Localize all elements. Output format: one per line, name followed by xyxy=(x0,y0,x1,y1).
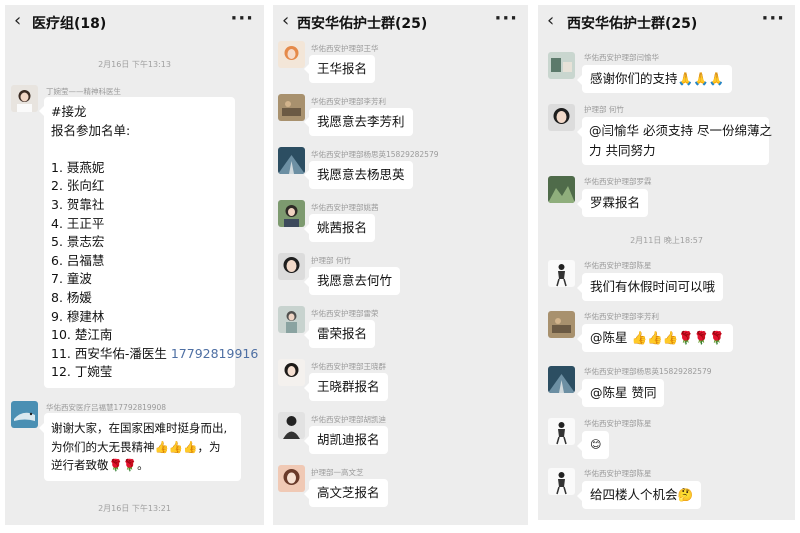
message-bubble[interactable]: 王晓群报名 xyxy=(309,373,388,401)
avatar[interactable] xyxy=(278,200,305,227)
message-bubble[interactable]: 谢谢大家，在国家困难时挺身而出, 为你们的大无畏精神👍👍👍，为 逆行者致敬🌹🌹。 xyxy=(44,413,241,481)
sender-name: 护理部 何竹 xyxy=(311,256,351,265)
list-item: 7. 童波 xyxy=(51,271,92,287)
sender-name: 华佑西安护理部杨思英15829282579 xyxy=(584,367,712,376)
chat-window-nurse-group: ‹ 西安华佑护士群(25) ··· 华佑西安护理部王华 王华报名 华佑西安护理部… xyxy=(273,5,528,525)
more-options-icon[interactable]: ··· xyxy=(230,8,254,29)
list-item: 6. 吕福慧 xyxy=(51,252,105,268)
list-item: 10. 楚江南 xyxy=(51,327,113,343)
avatar[interactable] xyxy=(548,104,575,131)
list-item: 4. 王正平 xyxy=(51,215,105,231)
message-text: @闫愉华 必须支持 尽一份绵薄之 xyxy=(589,123,772,138)
more-options-icon[interactable]: ··· xyxy=(494,8,518,29)
list-item xyxy=(51,140,235,159)
chat-title: 医疗组(18) xyxy=(32,16,107,32)
message-text: 力 共同努力 xyxy=(589,143,656,158)
message-bubble[interactable]: @闫愉华 必须支持 尽一份绵薄之 力 共同努力 xyxy=(582,117,772,165)
message-bubble[interactable]: 王华报名 xyxy=(309,55,376,83)
avatar[interactable] xyxy=(548,418,575,445)
chat-window-nurse-group-2: ‹ 西安华佑护士群(25) ··· 华佑西安护理部闫愉华 感谢你们的支持🙏🙏🙏 … xyxy=(538,5,795,520)
timestamp: 2月11日 晚上18:57 xyxy=(630,236,703,245)
back-arrow-icon[interactable]: ‹ xyxy=(14,10,21,31)
sender-name: 丁婉莹——精神科医生 xyxy=(46,87,121,96)
list-item: 3. 贺靠社 xyxy=(51,196,105,212)
sender-name: 华佑西安护理部雷荣 xyxy=(311,309,379,318)
avatar[interactable] xyxy=(278,465,305,492)
message-bubble[interactable]: @陈星 赞同 xyxy=(582,379,665,407)
avatar[interactable] xyxy=(278,412,305,439)
avatar[interactable] xyxy=(278,147,305,174)
message-text: 谢谢大家，在国家困难时挺身而出, xyxy=(51,421,228,435)
chat-window-medical-group: ‹ 医疗组(18) ··· 2月16日 下午13:13 丁婉莹——精神科医生 #… xyxy=(5,5,264,525)
avatar[interactable] xyxy=(548,311,575,338)
timestamp: 2月16日 下午13:13 xyxy=(98,60,171,69)
message-bubble[interactable]: 😊 xyxy=(582,431,610,459)
avatar[interactable] xyxy=(278,41,305,68)
avatar[interactable] xyxy=(548,366,575,393)
back-arrow-icon[interactable]: ‹ xyxy=(282,10,289,31)
avatar[interactable] xyxy=(278,253,305,280)
more-options-icon[interactable]: ··· xyxy=(761,8,785,29)
avatar[interactable] xyxy=(11,401,38,428)
list-item: 2. 张向红 xyxy=(51,178,105,194)
chat-header: ‹ 医疗组(18) ··· xyxy=(5,5,264,39)
back-arrow-icon[interactable]: ‹ xyxy=(547,10,554,31)
list-item-text: 11. 西安华佑-潘医生 xyxy=(51,345,171,361)
sender-name: 华佑西安护理部李芳利 xyxy=(311,97,386,106)
message-bubble[interactable]: 高文芝报名 xyxy=(309,479,388,507)
chat-header: ‹ 西安华佑护士群(25) ··· xyxy=(273,5,528,39)
avatar[interactable] xyxy=(278,306,305,333)
message-bubble[interactable]: 感谢你们的支持🙏🙏🙏 xyxy=(582,65,733,93)
sender-name: 华佑西安护理部李芳利 xyxy=(584,312,659,321)
list-item: #接龙 xyxy=(51,104,87,119)
avatar[interactable] xyxy=(278,359,305,386)
sender-name: 护理部 何竹 xyxy=(584,105,624,114)
avatar[interactable] xyxy=(548,468,575,495)
sender-name: 华佑西安护理部陈星 xyxy=(584,419,652,428)
sender-name: 华佑西安医疗吕福慧17792819908 xyxy=(46,403,166,412)
sender-name: 华佑西安护理部陈星 xyxy=(584,469,652,478)
phone-link[interactable]: 17792819916 xyxy=(171,346,258,361)
message-bubble[interactable]: @陈星 👍👍👍🌹🌹🌹 xyxy=(582,324,733,352)
message-bubble[interactable]: 姚茜报名 xyxy=(309,214,376,242)
sender-name: 华佑西安护理部王晓群 xyxy=(311,362,386,371)
avatar[interactable] xyxy=(11,85,38,112)
list-item: 12. 丁婉莹 xyxy=(51,364,113,380)
list-item: 1. 聂燕妮 xyxy=(51,159,105,175)
message-bubble[interactable]: 胡凯迪报名 xyxy=(309,426,388,454)
list-item: 报名参加名单: xyxy=(51,122,131,138)
list-item: 11. 西安华佑-潘医生 17792819916 xyxy=(51,345,258,364)
sender-name: 华佑西安护理部罗霖 xyxy=(584,177,652,186)
chat-title: 西安华佑护士群(25) xyxy=(297,16,428,32)
message-bubble[interactable]: 给四楼人个机会🤔 xyxy=(582,481,702,509)
list-item: 5. 景志宏 xyxy=(51,234,105,250)
message-bubble[interactable]: 我们有休假时间可以哦 xyxy=(582,273,724,301)
message-text: 逆行者致敬🌹🌹。 xyxy=(51,458,149,473)
message-text: 为你们的大无畏精神👍👍👍，为 xyxy=(51,439,221,454)
message-bubble[interactable]: 我愿意去李芳利 xyxy=(309,108,413,136)
timestamp: 2月16日 下午13:21 xyxy=(98,504,171,513)
sender-name: 华佑西安护理部陈星 xyxy=(584,261,652,270)
chat-header: ‹ 西安华佑护士群(25) ··· xyxy=(538,5,795,39)
message-bubble[interactable]: 我愿意去何竹 xyxy=(309,267,401,295)
sender-name: 护理部一高文芝 xyxy=(311,468,364,477)
avatar[interactable] xyxy=(548,52,575,79)
sender-name: 华佑西安护理部闫愉华 xyxy=(584,53,659,62)
message-bubble[interactable]: 罗霖报名 xyxy=(582,189,649,217)
sender-name: 华佑西安护理部胡凯迪 xyxy=(311,415,386,424)
avatar[interactable] xyxy=(278,94,305,121)
sender-name: 华佑西安护理部杨思英15829282579 xyxy=(311,150,439,159)
sender-name: 华佑西安护理部王华 xyxy=(311,44,379,53)
message-bubble[interactable]: 雷荣报名 xyxy=(309,320,376,348)
list-item: 8. 杨媛 xyxy=(51,289,92,305)
chat-title: 西安华佑护士群(25) xyxy=(567,16,698,32)
message-bubble[interactable]: #接龙 报名参加名单: 1. 聂燕妮 2. 张向红 3. 贺靠社 4. 王正平 … xyxy=(44,97,258,388)
sender-name: 华佑西安护理部姚茜 xyxy=(311,203,379,212)
list-item: 9. 穆建林 xyxy=(51,308,105,324)
avatar[interactable] xyxy=(548,260,575,287)
message-bubble[interactable]: 我愿意去杨思英 xyxy=(309,161,413,189)
avatar[interactable] xyxy=(548,176,575,203)
